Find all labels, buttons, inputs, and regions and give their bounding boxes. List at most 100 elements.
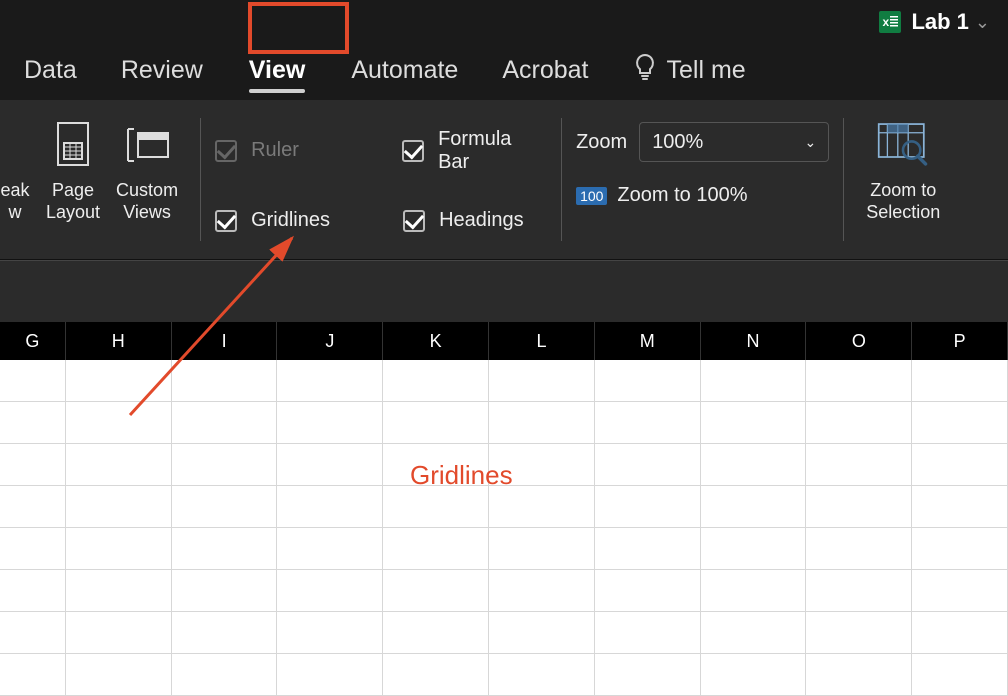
cell[interactable] bbox=[383, 654, 489, 696]
cell[interactable] bbox=[66, 444, 172, 486]
cell[interactable] bbox=[701, 612, 807, 654]
cell[interactable] bbox=[0, 444, 66, 486]
column-header-H[interactable]: H bbox=[66, 322, 172, 360]
column-header-O[interactable]: O bbox=[806, 322, 912, 360]
tab-automate[interactable]: Automate bbox=[329, 46, 480, 99]
headings-checkbox-row[interactable]: Headings bbox=[403, 201, 524, 241]
cell[interactable] bbox=[0, 402, 66, 444]
column-header-P[interactable]: P bbox=[912, 322, 1008, 360]
tab-acrobat[interactable]: Acrobat bbox=[480, 46, 610, 99]
cell[interactable] bbox=[0, 486, 66, 528]
cell[interactable] bbox=[172, 612, 278, 654]
cell[interactable] bbox=[66, 360, 172, 402]
cell[interactable] bbox=[277, 612, 383, 654]
cell[interactable] bbox=[383, 360, 489, 402]
doc-title[interactable]: Lab 1 bbox=[911, 9, 968, 35]
cell[interactable] bbox=[277, 486, 383, 528]
column-header-J[interactable]: J bbox=[277, 322, 383, 360]
cell[interactable] bbox=[383, 486, 489, 528]
cell[interactable] bbox=[277, 570, 383, 612]
page-break-preview-button[interactable]: eak w bbox=[0, 112, 38, 259]
cell[interactable] bbox=[383, 612, 489, 654]
column-header-N[interactable]: N bbox=[701, 322, 807, 360]
cell[interactable] bbox=[806, 570, 912, 612]
formula-bar-checkbox[interactable] bbox=[402, 140, 424, 162]
cell[interactable] bbox=[806, 612, 912, 654]
column-header-I[interactable]: I bbox=[172, 322, 278, 360]
cell[interactable] bbox=[701, 402, 807, 444]
cell[interactable] bbox=[277, 654, 383, 696]
cell[interactable] bbox=[489, 612, 595, 654]
cell[interactable] bbox=[172, 360, 278, 402]
spreadsheet-grid[interactable] bbox=[0, 360, 1008, 696]
cell[interactable] bbox=[595, 444, 701, 486]
cell[interactable] bbox=[277, 444, 383, 486]
cell[interactable] bbox=[277, 402, 383, 444]
custom-views-button[interactable]: Custom Views bbox=[108, 112, 186, 259]
cell[interactable] bbox=[595, 360, 701, 402]
cell[interactable] bbox=[172, 486, 278, 528]
cell[interactable] bbox=[806, 444, 912, 486]
tab-data[interactable]: Data bbox=[2, 46, 99, 99]
cell[interactable] bbox=[66, 486, 172, 528]
cell[interactable] bbox=[277, 360, 383, 402]
cell[interactable] bbox=[0, 360, 66, 402]
cell[interactable] bbox=[0, 654, 66, 696]
cell[interactable] bbox=[701, 444, 807, 486]
cell[interactable] bbox=[912, 654, 1008, 696]
cell[interactable] bbox=[701, 486, 807, 528]
column-header-M[interactable]: M bbox=[595, 322, 701, 360]
cell[interactable] bbox=[489, 570, 595, 612]
cell[interactable] bbox=[595, 612, 701, 654]
cell[interactable] bbox=[595, 528, 701, 570]
cell[interactable] bbox=[701, 570, 807, 612]
cell[interactable] bbox=[277, 528, 383, 570]
chevron-down-icon[interactable]: ⌄ bbox=[975, 12, 990, 33]
zoom-select[interactable]: 100% ⌄ bbox=[639, 122, 829, 162]
cell[interactable] bbox=[383, 528, 489, 570]
cell[interactable] bbox=[701, 528, 807, 570]
headings-checkbox[interactable] bbox=[403, 210, 425, 232]
column-header-K[interactable]: K bbox=[383, 322, 489, 360]
cell[interactable] bbox=[912, 360, 1008, 402]
tab-tellme[interactable]: Tell me bbox=[611, 43, 768, 102]
cell[interactable] bbox=[383, 402, 489, 444]
cell[interactable] bbox=[383, 444, 489, 486]
cell[interactable] bbox=[489, 486, 595, 528]
cell[interactable] bbox=[172, 570, 278, 612]
cell[interactable] bbox=[0, 612, 66, 654]
cell[interactable] bbox=[66, 570, 172, 612]
zoom-to-selection-button[interactable]: Zoom to Selection bbox=[858, 112, 948, 259]
cell[interactable] bbox=[66, 612, 172, 654]
tab-view[interactable]: View bbox=[227, 46, 328, 99]
cell[interactable] bbox=[172, 402, 278, 444]
cell[interactable] bbox=[912, 570, 1008, 612]
cell[interactable] bbox=[489, 360, 595, 402]
page-layout-button[interactable]: Page Layout bbox=[38, 112, 108, 259]
column-header-L[interactable]: L bbox=[489, 322, 595, 360]
cell[interactable] bbox=[912, 612, 1008, 654]
cell[interactable] bbox=[66, 654, 172, 696]
cell[interactable] bbox=[0, 570, 66, 612]
cell[interactable] bbox=[806, 360, 912, 402]
cell[interactable] bbox=[489, 402, 595, 444]
zoom-to-100-button[interactable]: 100 Zoom to 100% bbox=[576, 184, 829, 207]
cell[interactable] bbox=[172, 444, 278, 486]
cell[interactable] bbox=[806, 654, 912, 696]
cell[interactable] bbox=[701, 360, 807, 402]
cell[interactable] bbox=[489, 528, 595, 570]
cell[interactable] bbox=[912, 486, 1008, 528]
formula-bar-checkbox-row[interactable]: Formula Bar bbox=[402, 131, 547, 171]
cell[interactable] bbox=[0, 528, 66, 570]
cell[interactable] bbox=[806, 402, 912, 444]
cell[interactable] bbox=[595, 486, 701, 528]
cell[interactable] bbox=[595, 402, 701, 444]
tab-review[interactable]: Review bbox=[99, 46, 225, 99]
cell[interactable] bbox=[595, 570, 701, 612]
cell[interactable] bbox=[912, 444, 1008, 486]
gridlines-checkbox-row[interactable]: Gridlines bbox=[215, 201, 355, 241]
cell[interactable] bbox=[383, 570, 489, 612]
cell[interactable] bbox=[489, 654, 595, 696]
cell[interactable] bbox=[66, 528, 172, 570]
cell[interactable] bbox=[701, 654, 807, 696]
